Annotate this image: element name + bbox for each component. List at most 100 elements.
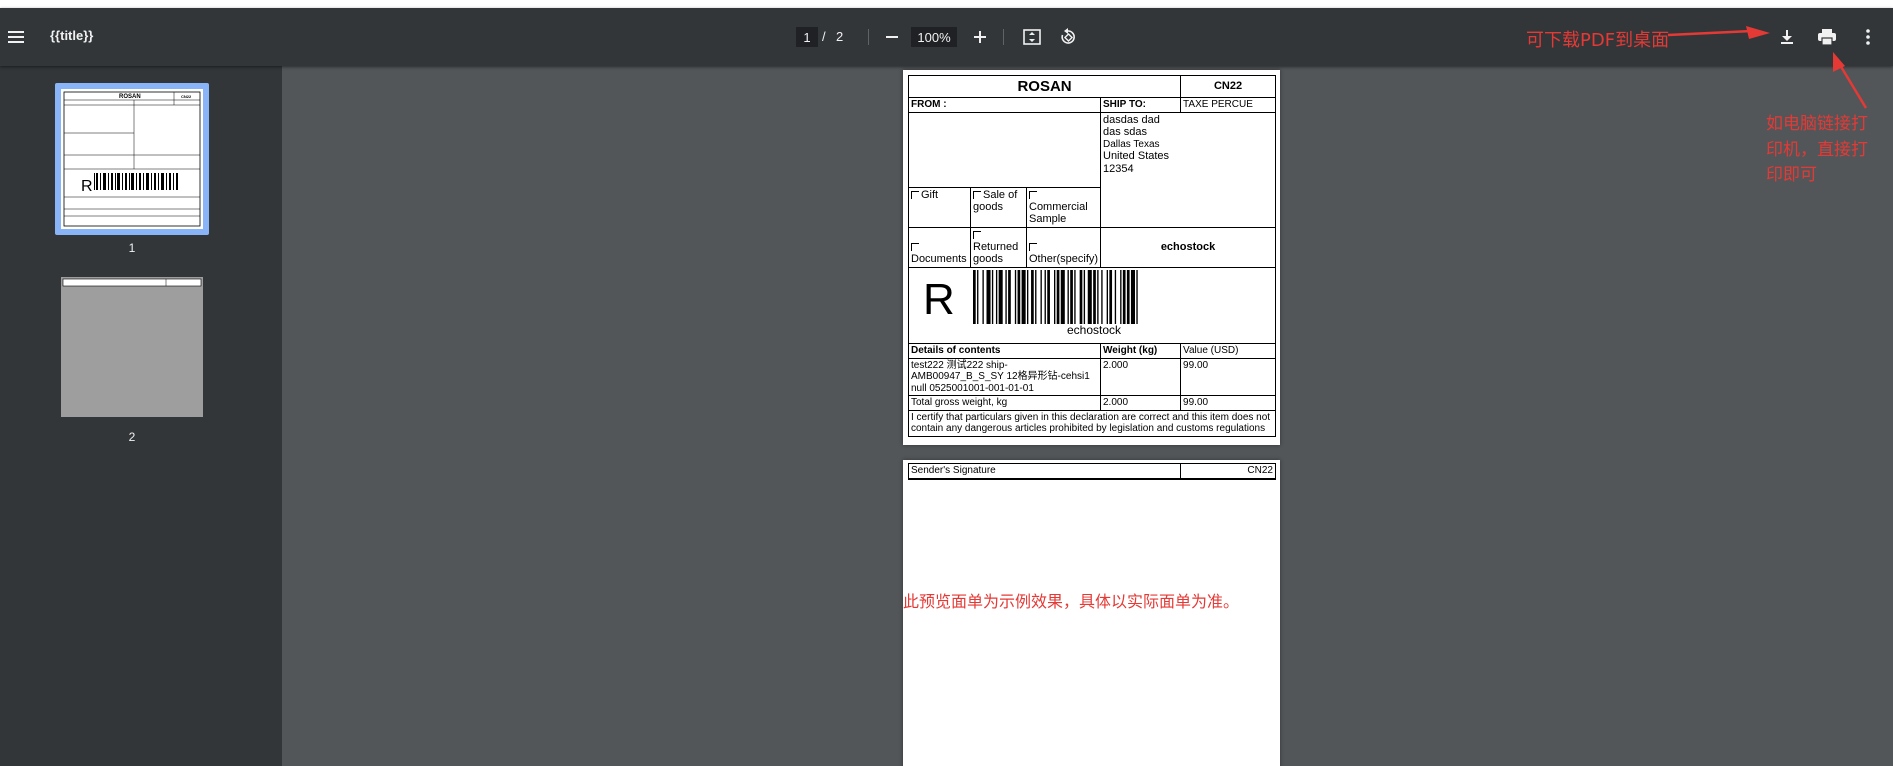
gift-label: Gift [921,188,939,201]
thumbnail-label-1: 1 [128,241,136,255]
commercial-label: Commercial Sample [1029,200,1088,226]
contents-header: Details of contents [908,343,1101,359]
svg-text:R: R [81,178,93,195]
cn22-form: ROSAN CN22 FROM : SHIP TO: TAXE PERCUE d… [907,75,1277,437]
barcode-bar [1056,270,1060,325]
barcode-bar [1101,270,1103,325]
category-returned: Returned goods [970,226,1027,269]
address-line: das sdas [1103,126,1148,139]
barcode-bar [1031,270,1034,325]
menu-icon[interactable] [4,25,28,49]
value-header: Value (USD) [1180,343,1277,359]
barcode-bar [1079,270,1083,325]
page-total: 2 [836,29,844,44]
thumbnail-page-2[interactable] [61,277,203,417]
sale-checkbox[interactable] [973,190,981,199]
download-icon[interactable] [1775,25,1799,49]
barcode-bar [1074,270,1076,325]
barcode-bar [986,270,991,325]
barcode-bar [1130,270,1135,325]
from-address-box [908,111,1101,188]
weight-header: Weight (kg) [1099,343,1182,359]
address-line: United States [1103,150,1170,163]
ship-to-name: TAXE PERCUE [1180,97,1277,113]
barcode-bar [1136,270,1138,325]
ship-to-address: dasdas dad das sdas Dallas Texas United … [1099,111,1277,228]
pdf-page-1: ROSAN CN22 FROM : SHIP TO: TAXE PERCUE d… [903,70,1280,445]
zoom-in-icon[interactable] [968,25,992,49]
barcode-bar [1054,270,1056,325]
preview-annotation: 此预览面单为示例效果，具体以实际面单为准。 [903,592,1240,611]
barcode-bar [1093,270,1096,325]
address-line: 12354 [1103,162,1134,175]
barcode-bar [1087,270,1092,325]
barcode-bar [1083,270,1086,325]
zoom-out-icon[interactable] [880,25,904,49]
other-checkbox[interactable] [1029,243,1037,252]
returned-label: Returned goods [973,240,1019,266]
item-value: 99.00 [1180,357,1277,397]
barcode-bar [973,270,976,325]
signature-label: Sender's Signature [908,463,1181,480]
svg-text:CN22: CN22 [181,94,192,99]
documents-checkbox[interactable] [911,243,919,252]
barcode-bar [1044,270,1046,325]
category-sale: Sale of goods [970,186,1027,228]
page-separator: / [822,29,826,44]
gift-checkbox[interactable] [911,190,919,199]
returned-checkbox[interactable] [973,230,981,239]
thumbnail-page-1[interactable]: ROSAN CN22 R [61,89,203,229]
form-code: CN22 [1180,75,1277,98]
barcode-bar [1120,270,1122,325]
thumbnail-page-2-preview [62,278,202,287]
barcode-bar [1008,270,1011,325]
barcode-bar [1070,270,1073,325]
address-line: Dallas Texas [1103,138,1160,150]
barcode-bar [1097,270,1099,325]
pdf-viewer-area[interactable]: ROSAN CN22 FROM : SHIP TO: TAXE PERCUE d… [282,66,1893,766]
fit-page-icon[interactable] [1020,25,1044,49]
print-icon[interactable] [1815,25,1839,49]
ship-to-label: SHIP TO: [1099,97,1182,113]
toolbar-divider [868,29,869,45]
barcode-image [973,270,1138,325]
big-letter: R [923,275,955,325]
zoom-input[interactable] [911,27,957,47]
barcode-bar [991,270,994,325]
total-value: 99.00 [1180,395,1277,411]
barcode-bar [1114,270,1117,325]
category-documents: Documents [908,226,971,269]
other-label: Other(specify) [1029,253,1099,266]
barcode-bar [1106,270,1108,325]
barcode-bar [1005,270,1007,325]
brand-name: ROSAN [907,75,1182,98]
rotate-icon[interactable] [1056,25,1080,49]
total-label: Total gross weight, kg [908,395,1101,411]
barcode-bar [1021,270,1026,325]
more-vert-icon[interactable] [1856,25,1880,49]
pdf-page-2: Sender's Signature CN22 [903,460,1280,766]
page-number-input[interactable] [796,27,818,47]
svg-text:ROSAN: ROSAN [119,94,141,100]
category-commercial: Commercial Sample [1026,186,1101,228]
barcode-bar [977,270,979,325]
barcode-caption: echostock [1066,323,1122,338]
documents-label: Documents [911,253,967,266]
download-annotation: 可下载PDF到桌面 [1526,30,1670,51]
barcode-bar [1014,270,1017,325]
thumbnail-page-1-preview: ROSAN CN22 R [63,91,201,227]
barcode-bar [1122,270,1126,325]
barcode-bar [998,270,1003,325]
barcode-bar [1060,270,1065,325]
window-top-strip [0,0,1893,8]
certification-text: I certify that particulars given in this… [907,409,1277,437]
barcode-bar [1040,270,1042,325]
barcode-bar [1027,270,1029,325]
shop-name: echostock [1099,226,1277,269]
commercial-checkbox[interactable] [1029,190,1037,199]
barcode-bar [1047,270,1050,325]
barcode-bar [982,270,984,325]
address-line: dasdas dad [1103,113,1160,126]
item-description: test222 测试222 ship-AMB00947_B_S_SY 12格异形… [908,357,1101,397]
thumbnail-label-2: 2 [128,430,136,444]
